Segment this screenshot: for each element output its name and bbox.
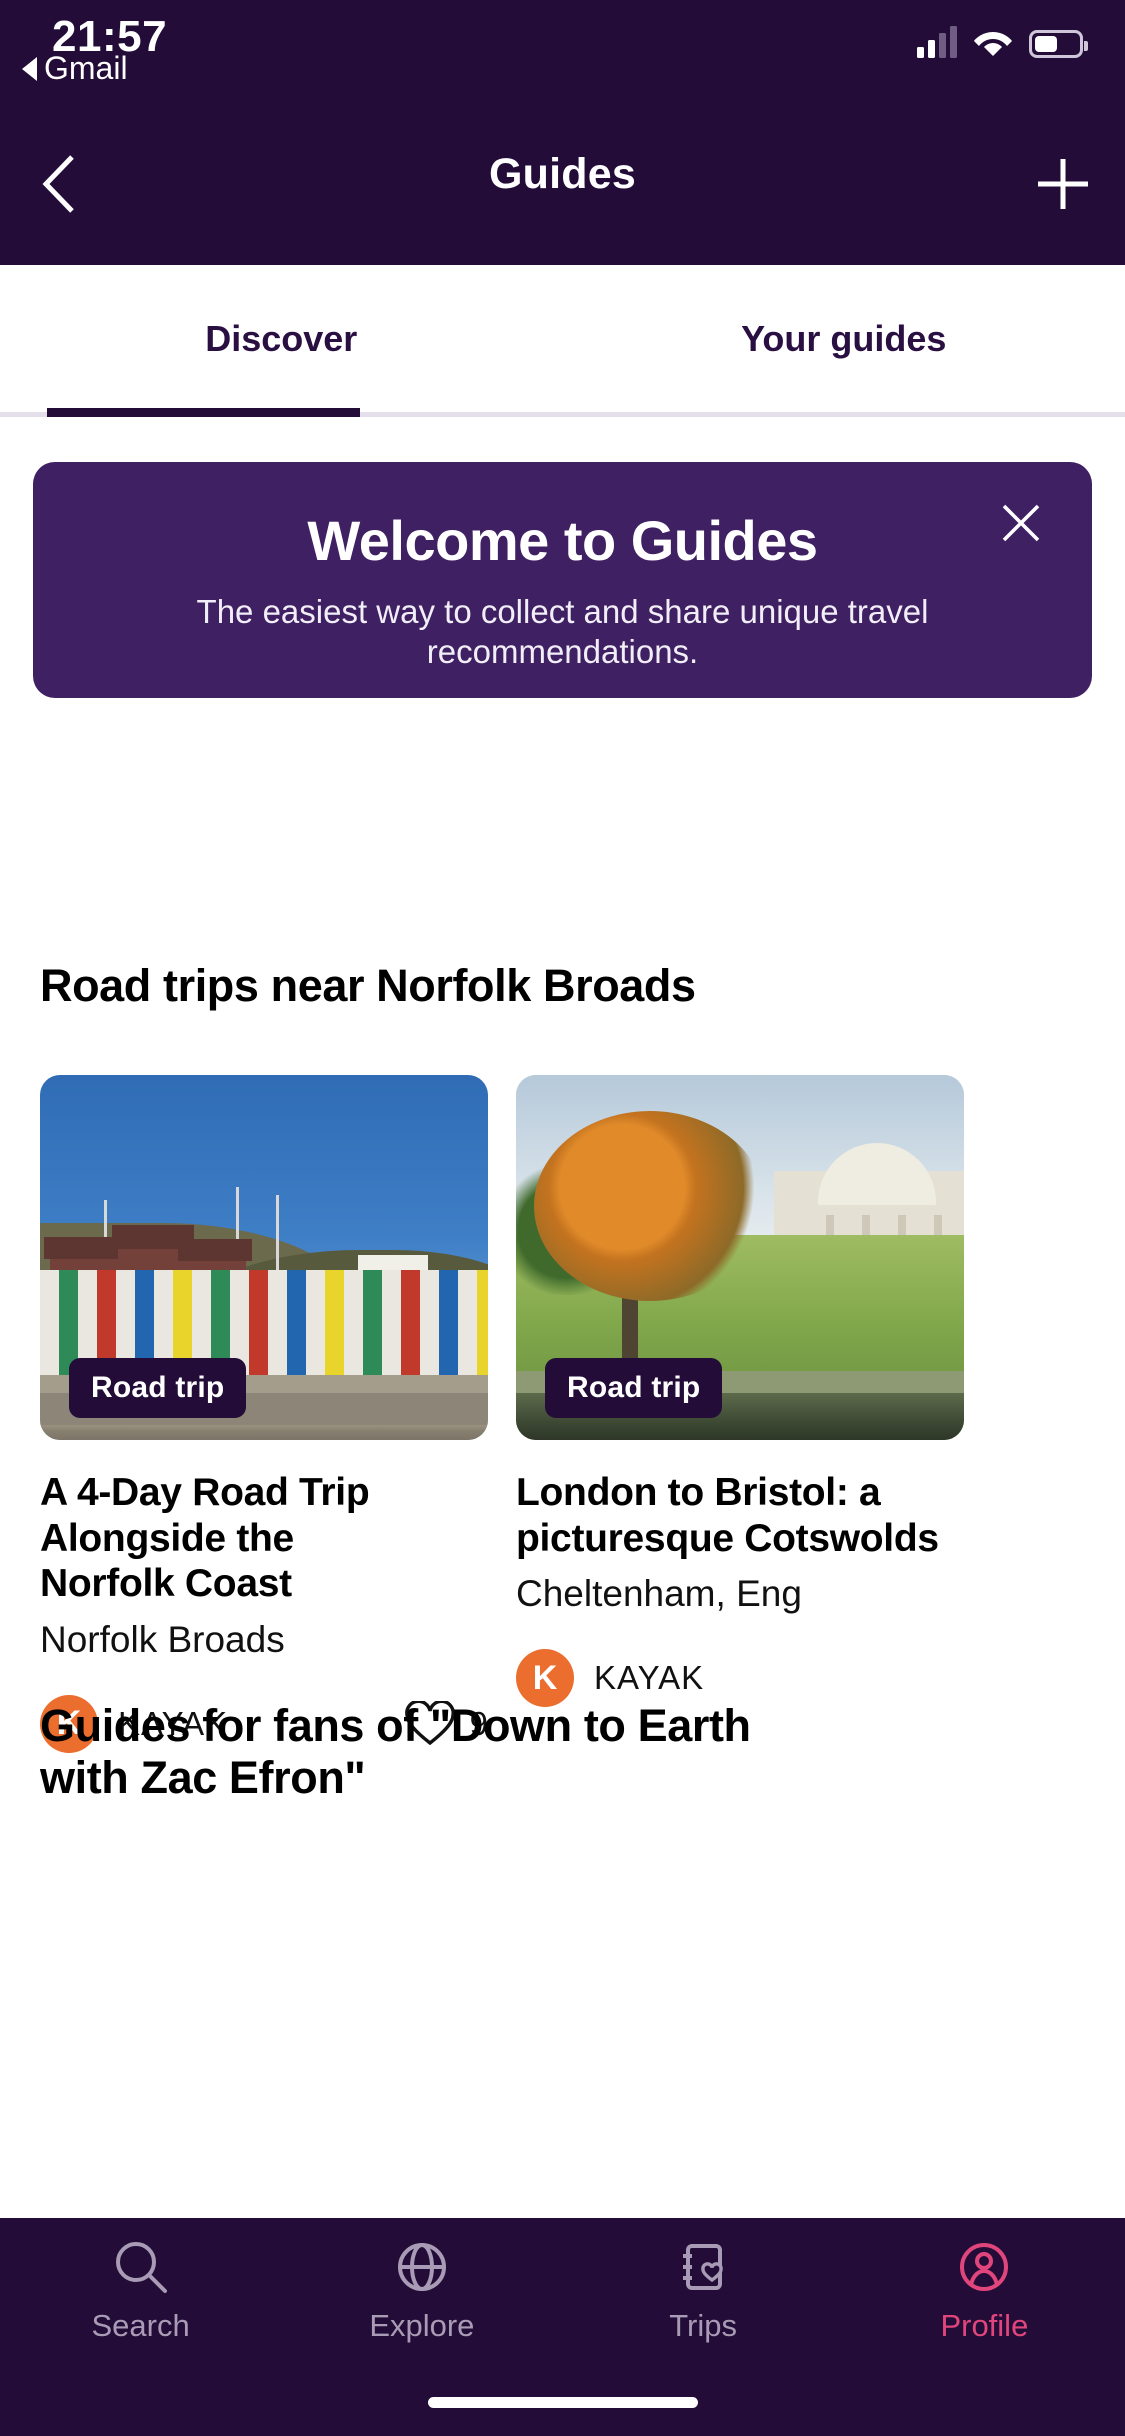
section-title-zac-efron: Guides for fans of "Down to Earth with Z… (40, 1700, 751, 1803)
plus-icon (1038, 159, 1088, 209)
battery-icon (1029, 30, 1088, 58)
guide-card-location: Norfolk Broads (40, 1618, 285, 1660)
guide-card-title: London to Bristol: a picturesque Cotswol… (516, 1471, 939, 1560)
status-bar: 21:57 Gmail (0, 0, 1125, 100)
bottom-nav-item-trips[interactable]: Trips (563, 2236, 844, 2373)
welcome-banner-subtitle: The easiest way to collect and share uni… (196, 593, 929, 671)
guide-card-location: Cheltenham, Eng (516, 1573, 802, 1615)
app-root: 21:57 Gmail Guides Discover Your guides … (0, 0, 1125, 2436)
person-circle-icon (960, 2243, 1009, 2291)
section-title-road-trips: Road trips near Norfolk Broads (40, 960, 696, 1011)
add-guide-button[interactable] (1023, 144, 1103, 224)
guide-card-badge: Road trip (69, 1358, 247, 1418)
bottom-nav-item-profile[interactable]: Profile (844, 2236, 1125, 2373)
guide-card[interactable]: Road trip London to Bristol: a picturesq… (516, 1075, 964, 1708)
guide-card-author: KAYAK (594, 1659, 705, 1697)
cellular-signal-icon (917, 26, 957, 58)
nav-header: Guides (0, 100, 1125, 265)
bottom-nav-item-explore[interactable]: Explore (281, 2236, 562, 2373)
tab-discover-label: Discover (205, 318, 358, 359)
guide-card-image[interactable]: Road trip (40, 1075, 488, 1440)
guide-card[interactable]: Road trip A 4-Day Road Trip Alongside th… (40, 1075, 488, 1753)
bottom-nav-label: Explore (369, 2308, 475, 2343)
home-indicator (427, 2397, 698, 2408)
welcome-banner: Welcome to Guides The easiest way to col… (33, 462, 1092, 698)
magnifier-icon (115, 2242, 167, 2293)
status-bar-indicators (917, 26, 1088, 58)
welcome-banner-title: Welcome to Guides (307, 509, 818, 572)
guide-card-footer: K KAYAK (516, 1649, 964, 1708)
guide-card-rail[interactable]: Road trip A 4-Day Road Trip Alongside th… (0, 1075, 1125, 1753)
guide-card-image[interactable]: Road trip (516, 1075, 964, 1440)
tab-your-guides[interactable]: Your guides (563, 265, 1125, 413)
bottom-nav-bar: Search Explore Trips Profile (0, 2218, 1125, 2436)
triangle-left-icon (22, 56, 37, 81)
globe-icon (397, 2243, 446, 2291)
page-title: Guides (489, 150, 636, 198)
wifi-icon (973, 26, 1013, 58)
guide-card-badge: Road trip (545, 1358, 723, 1418)
avatar: K (516, 1649, 574, 1708)
bottom-nav-label: Profile (940, 2308, 1029, 2343)
bottom-nav-item-search[interactable]: Search (0, 2236, 281, 2373)
tab-your-guides-label: Your guides (741, 318, 947, 359)
tab-discover[interactable]: Discover (0, 265, 563, 413)
trips-heart-icon (683, 2244, 723, 2290)
tab-active-indicator (47, 408, 360, 417)
tab-bar: Discover Your guides (0, 265, 1125, 417)
status-bar-back-label: Gmail (44, 50, 128, 86)
guide-card-title: A 4-Day Road Trip Alongside the Norfolk … (40, 1471, 370, 1606)
bottom-nav-label: Trips (669, 2308, 737, 2343)
bottom-nav-label: Search (91, 2308, 190, 2343)
status-bar-back-to-app[interactable]: Gmail (22, 50, 128, 87)
